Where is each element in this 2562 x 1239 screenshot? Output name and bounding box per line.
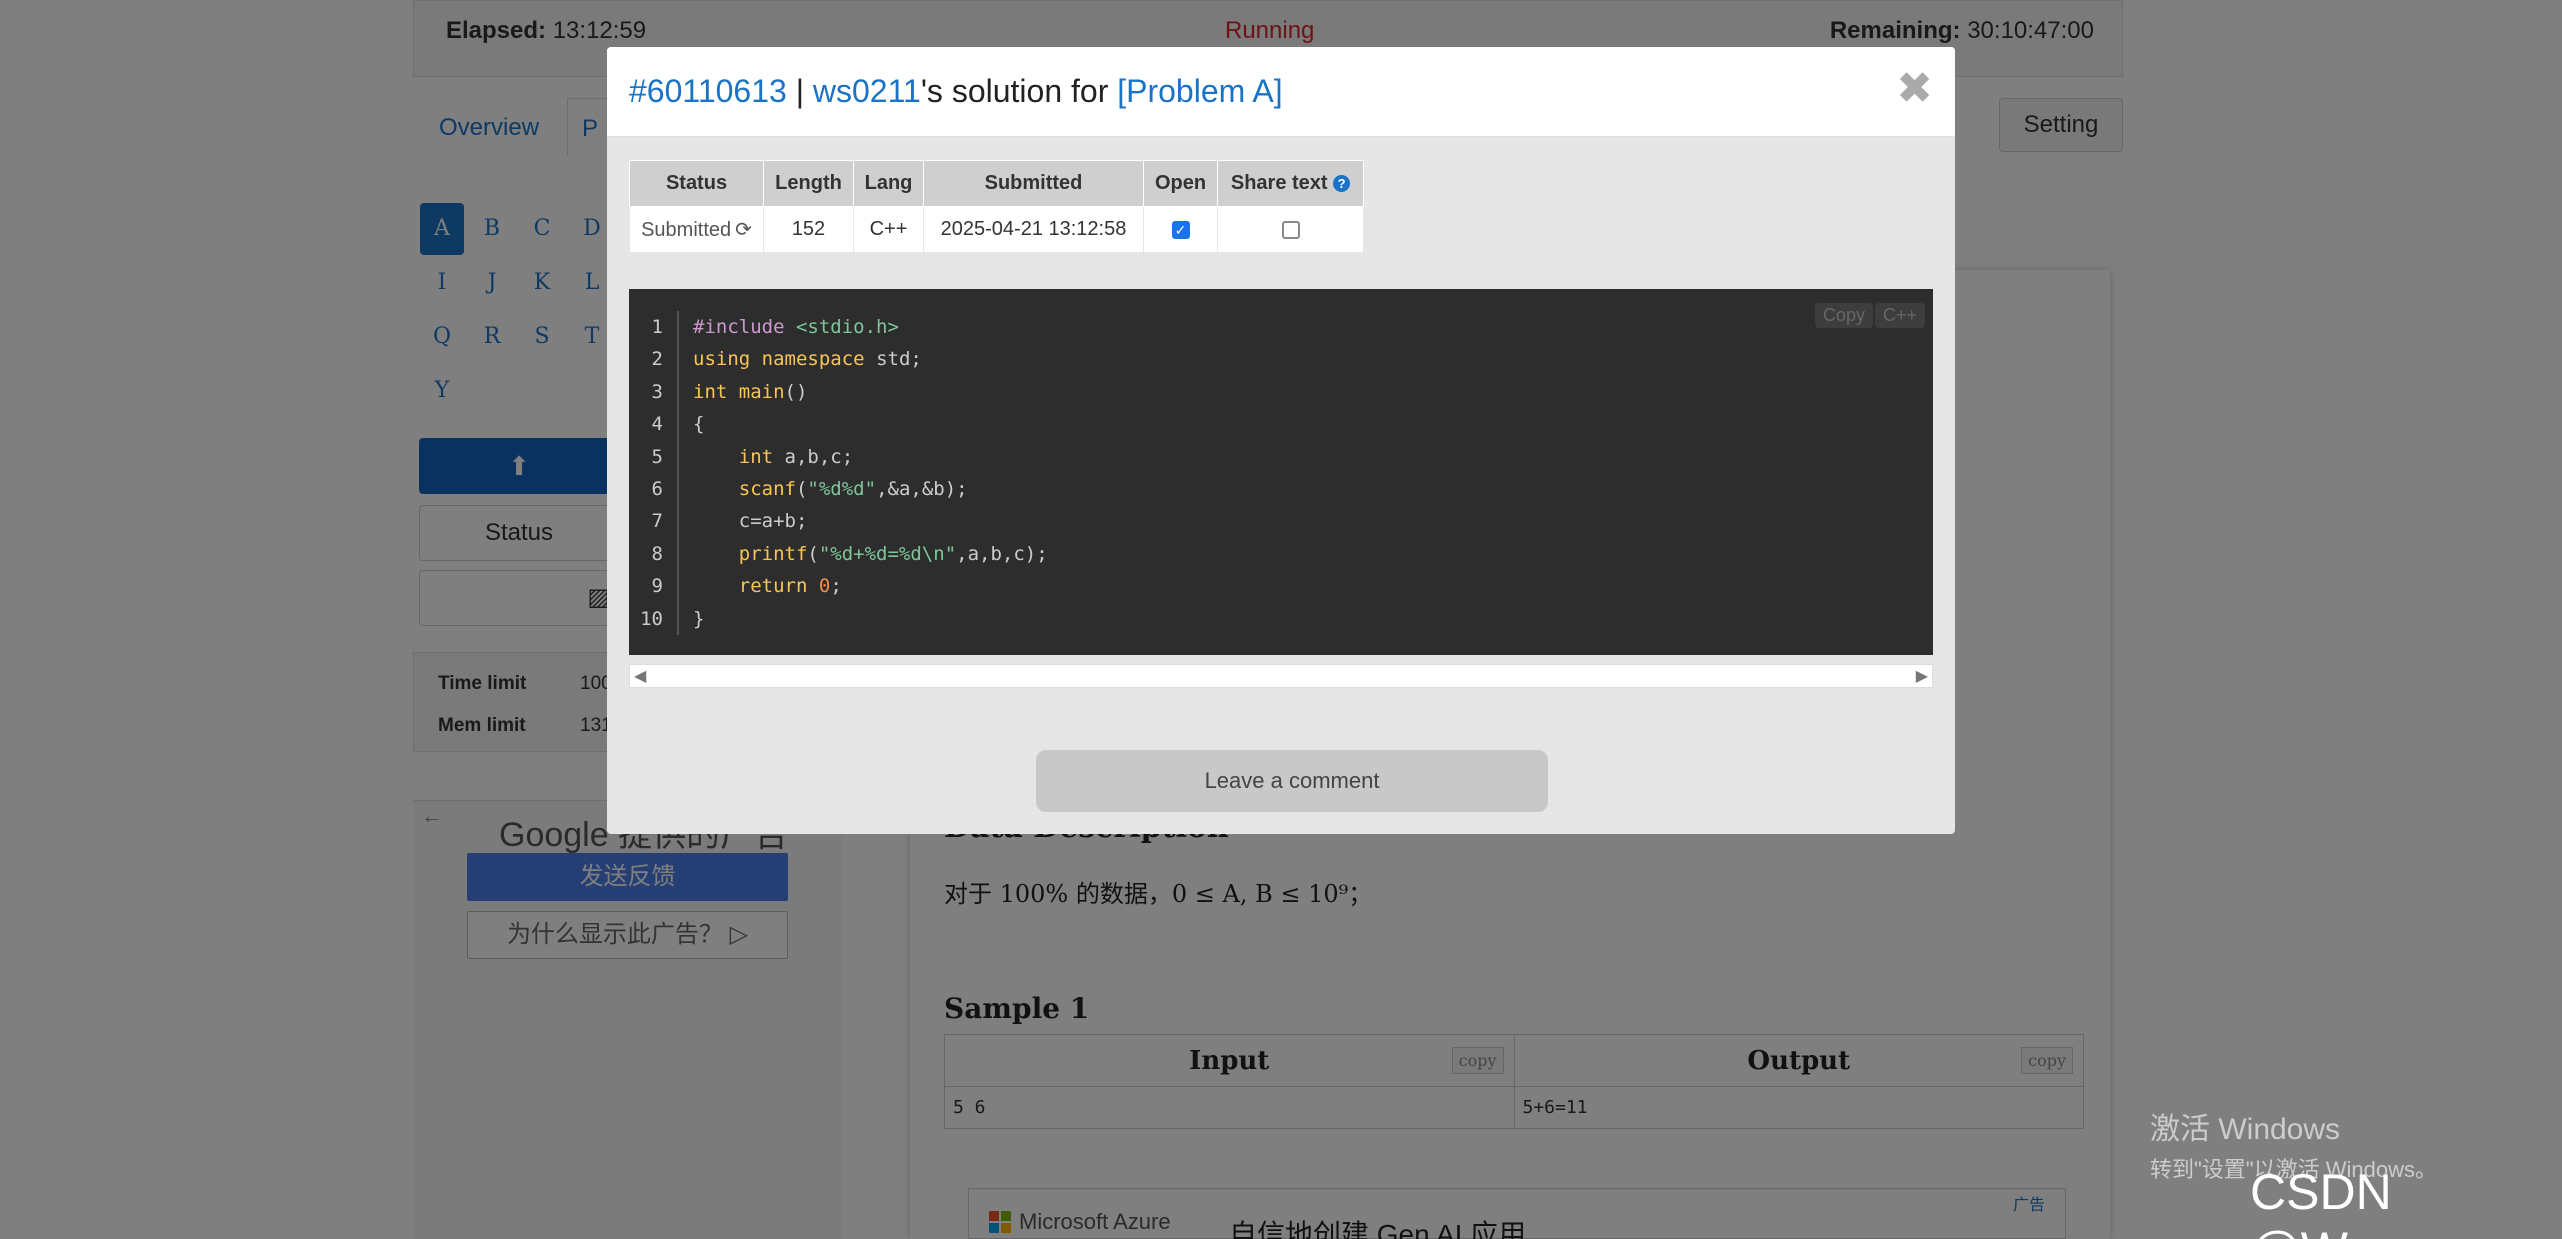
- help-icon[interactable]: ?: [1333, 175, 1351, 193]
- col-status: Status: [629, 160, 764, 207]
- open-checkbox[interactable]: ✓: [1171, 220, 1190, 239]
- code-line-1: 1 #include <stdio.h>: [629, 311, 1048, 344]
- table-row: Submitted ⟳ 152 C++ 2025-04-21 13:12:58 ✓: [629, 206, 1364, 253]
- code-line-6: 6 scanf("%d%d",&a,&b);: [629, 472, 1048, 506]
- modal-header: #60110613 | ws0211's solution for [Probl…: [607, 47, 1955, 137]
- share-text-checkbox[interactable]: [1281, 220, 1300, 239]
- csdn-watermark: CSDN @Ws__: [2250, 1164, 2429, 1239]
- col-share-text: Share text ?: [1217, 160, 1364, 207]
- close-icon[interactable]: ✖: [1896, 67, 1933, 111]
- submission-length: 152: [763, 206, 854, 253]
- col-submitted: Submitted: [923, 160, 1144, 207]
- col-length: Length: [763, 160, 854, 207]
- code-line-5: 5 int a,b,c;: [629, 440, 1048, 473]
- submission-time: 2025-04-21 13:12:58: [923, 206, 1144, 253]
- submission-info-table: Status Length Lang Submitted Open Share …: [629, 160, 1364, 253]
- code-line-9: 9 return 0;: [629, 570, 1048, 603]
- code-line-8: 8 printf("%d+%d=%d\n",a,b,c);: [629, 537, 1048, 571]
- refresh-icon[interactable]: ⟳: [735, 217, 752, 242]
- solution-modal: #60110613 | ws0211's solution for [Probl…: [607, 47, 1955, 834]
- open-checkbox-cell: ✓: [1143, 206, 1218, 253]
- horizontal-scrollbar[interactable]: ◀ ▶: [629, 664, 1933, 688]
- copy-code-button[interactable]: Copy: [1814, 303, 1873, 328]
- problem-link[interactable]: [Problem A]: [1117, 73, 1282, 109]
- run-id-link[interactable]: #60110613: [629, 73, 787, 109]
- scroll-left-icon[interactable]: ◀: [634, 666, 646, 686]
- scroll-right-icon[interactable]: ▶: [1916, 666, 1928, 686]
- leave-comment-button[interactable]: Leave a comment: [1036, 750, 1548, 812]
- code-line-10: 10}: [629, 602, 1048, 635]
- code-line-3: 3 int main(): [629, 375, 1048, 409]
- submission-status: Submitted ⟳: [629, 206, 764, 253]
- code-lines: 1 #include <stdio.h> 2 using namespace std…: [629, 311, 1048, 635]
- share-checkbox-cell: [1217, 206, 1364, 253]
- submission-lang: C++: [853, 206, 924, 253]
- code-toolbar: Copy C++: [1813, 303, 1925, 328]
- col-open: Open: [1143, 160, 1218, 207]
- col-lang: Lang: [853, 160, 924, 207]
- code-viewer: Copy C++ 1 #include <stdio.h> 2 using names…: [629, 289, 1933, 655]
- language-label: C++: [1874, 303, 1925, 328]
- user-link[interactable]: ws0211: [813, 73, 921, 109]
- code-line-7: 7 c=a+b;: [629, 505, 1048, 538]
- code-line-4: 4{: [629, 408, 1048, 441]
- modal-title: #60110613 | ws0211's solution for [Probl…: [629, 73, 1283, 109]
- code-line-2: 2 using namespace std;: [629, 343, 1048, 376]
